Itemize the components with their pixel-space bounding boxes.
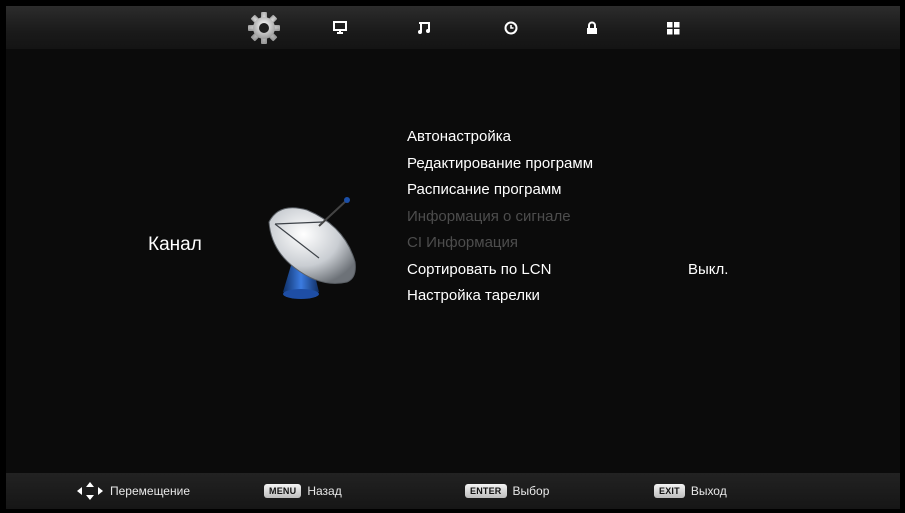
grid-icon[interactable] [655,10,691,46]
clock-icon[interactable] [493,10,529,46]
hint-move: Перемещение [76,481,190,501]
menu-item-lcn-sort[interactable]: Сортировать по LCN Выкл. [407,257,827,284]
arrows-icon [77,482,103,500]
hint-select: ENTER Выбор [465,481,549,501]
hint-back: MENU Назад [264,481,342,501]
satellite-dish-icon [261,192,361,302]
menu-item-auto-tuning[interactable]: Автонастройка [407,124,827,151]
gear-icon[interactable] [246,10,282,46]
channel-menu-list: Автонастройка Редактирование программ Ра… [407,124,827,310]
lcn-sort-value[interactable]: Выкл. [688,257,728,284]
top-tab-bar [6,6,900,49]
menu-item-dish-setup[interactable]: Настройка тарелки [407,283,827,310]
lock-icon[interactable] [574,10,610,46]
menu-item-program-edit[interactable]: Редактирование программ [407,151,827,178]
enter-key: ENTER [465,484,507,498]
exit-key: EXIT [654,484,685,498]
menu-key: MENU [264,484,302,498]
footer-hint-bar: Перемещение MENU Назад ENTER Выбор EXIT … [6,473,900,509]
tv-menu-screen: Канал Автонастройка Редактирование прогр… [6,6,900,509]
menu-item-signal-info: Информация о сигнале [407,207,571,225]
music-note-icon[interactable] [406,10,442,46]
menu-item-schedule[interactable]: Расписание программ [407,177,827,204]
menu-item-ci-info: CI Информация [407,234,519,251]
category-title: Канал [148,234,202,255]
monitor-icon[interactable] [322,10,358,46]
hint-exit: EXIT Выход [654,481,727,501]
